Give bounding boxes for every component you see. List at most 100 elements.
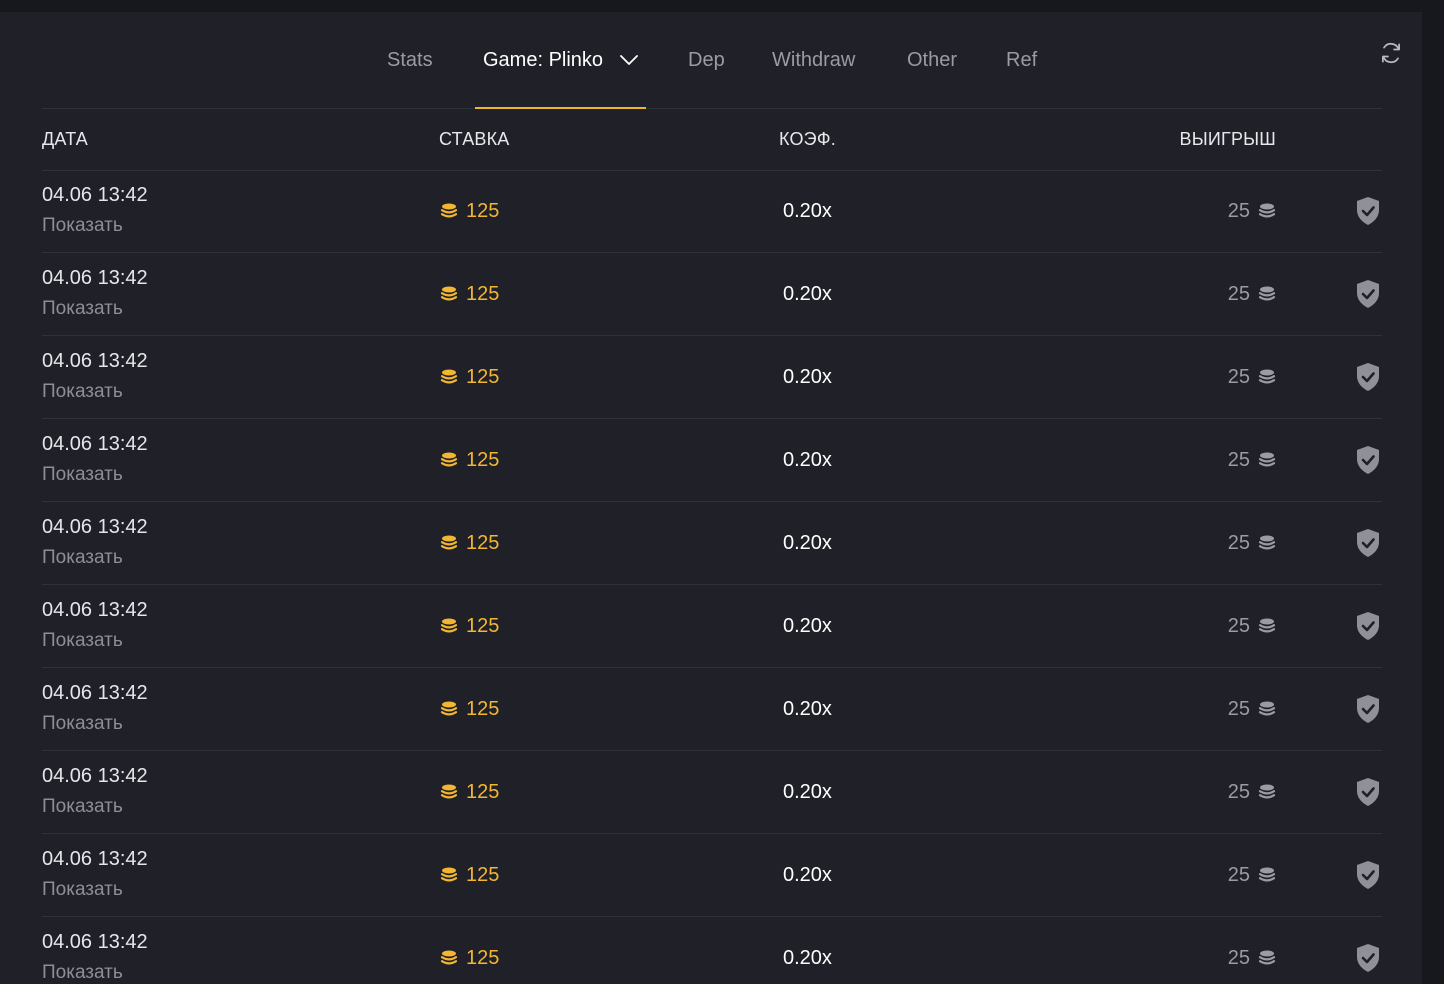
coin-stack-icon bbox=[440, 535, 458, 550]
shield-check-icon bbox=[1357, 612, 1379, 640]
row-win: 25 bbox=[1228, 502, 1276, 584]
row-coef: 0.20x bbox=[783, 614, 832, 637]
tab-game-plinko[interactable]: Game: Plinko bbox=[475, 12, 647, 109]
win-amount: 25 bbox=[1227, 282, 1250, 305]
bet-amount: 125 bbox=[466, 863, 500, 886]
fairness-check-button[interactable] bbox=[1354, 419, 1382, 501]
table-header: ДАТА СТАВКА КОЭФ. ВЫИГРЫШ bbox=[42, 109, 1382, 171]
row-date: 04.06 13:42 bbox=[42, 848, 148, 870]
tab-label: Stats bbox=[387, 48, 433, 71]
win-amount: 25 bbox=[1227, 531, 1250, 554]
tab-label: Game: Plinko bbox=[483, 48, 604, 71]
row-date: 04.06 13:42 bbox=[42, 267, 148, 289]
tab-label: Ref bbox=[1006, 48, 1038, 71]
coin-stack-icon bbox=[440, 452, 458, 467]
tab-stats[interactable]: Stats bbox=[387, 12, 433, 108]
row-coef: 0.20x bbox=[783, 199, 832, 222]
fairness-check-button[interactable] bbox=[1354, 751, 1382, 833]
win-amount: 25 bbox=[1227, 863, 1250, 886]
show-link[interactable]: Показать bbox=[42, 962, 123, 984]
tab-withdraw[interactable]: Withdraw bbox=[772, 12, 855, 108]
table-row: 04.06 13:42 Показать 125 0.20x 25 bbox=[42, 585, 1382, 668]
row-coef: 0.20x bbox=[783, 448, 832, 471]
shield-check-icon bbox=[1357, 446, 1379, 474]
show-link[interactable]: Показать bbox=[42, 298, 123, 320]
bet-amount: 125 bbox=[466, 780, 500, 803]
win-amount: 25 bbox=[1227, 946, 1250, 969]
shield-check-icon bbox=[1357, 778, 1379, 806]
coin-stack-icon bbox=[1258, 203, 1276, 218]
show-link[interactable]: Показать bbox=[42, 215, 123, 237]
tab-dep[interactable]: Dep bbox=[688, 12, 725, 108]
table-row: 04.06 13:42 Показать 125 0.20x 25 bbox=[42, 419, 1382, 502]
row-coef: 0.20x bbox=[783, 531, 832, 554]
fairness-check-button[interactable] bbox=[1354, 585, 1382, 667]
row-win: 25 bbox=[1228, 419, 1276, 501]
shield-check-icon bbox=[1357, 861, 1379, 889]
row-coef: 0.20x bbox=[783, 946, 832, 969]
show-link[interactable]: Показать bbox=[42, 879, 123, 901]
coin-stack-icon bbox=[1258, 950, 1276, 965]
fairness-check-button[interactable] bbox=[1354, 834, 1382, 916]
coin-stack-icon bbox=[440, 203, 458, 218]
table-row: 04.06 13:42 Показать 125 0.20x 25 bbox=[42, 502, 1382, 585]
table-row: 04.06 13:42 Показать 125 0.20x 25 bbox=[42, 751, 1382, 834]
row-bet: 125 bbox=[440, 917, 499, 984]
tab-label: Withdraw bbox=[772, 48, 856, 71]
row-win: 25 bbox=[1228, 917, 1276, 984]
win-amount: 25 bbox=[1227, 365, 1250, 388]
row-bet: 125 bbox=[440, 253, 499, 335]
row-bet: 125 bbox=[440, 170, 499, 252]
row-coef: 0.20x bbox=[783, 365, 832, 388]
history-panel: Stats Game: Plinko Dep Withdraw Other Re… bbox=[0, 12, 1422, 984]
win-amount: 25 bbox=[1227, 697, 1250, 720]
row-date: 04.06 13:42 bbox=[42, 350, 148, 372]
row-date: 04.06 13:42 bbox=[42, 682, 148, 704]
show-link[interactable]: Показать bbox=[42, 630, 123, 652]
coin-stack-icon bbox=[1258, 701, 1276, 716]
show-link[interactable]: Показать bbox=[42, 381, 123, 403]
tab-other[interactable]: Other bbox=[907, 12, 957, 108]
coin-stack-icon bbox=[440, 867, 458, 882]
row-bet: 125 bbox=[440, 834, 499, 916]
row-win: 25 bbox=[1228, 668, 1276, 750]
bet-amount: 125 bbox=[466, 531, 500, 554]
show-link[interactable]: Показать bbox=[42, 713, 123, 735]
row-win: 25 bbox=[1228, 585, 1276, 667]
fairness-check-button[interactable] bbox=[1354, 253, 1382, 335]
tab-label: Other bbox=[907, 48, 958, 71]
win-amount: 25 bbox=[1227, 614, 1250, 637]
row-date: 04.06 13:42 bbox=[42, 931, 148, 953]
bet-amount: 125 bbox=[466, 614, 500, 637]
tab-ref[interactable]: Ref bbox=[1006, 12, 1037, 108]
column-header-bet: СТАВКА bbox=[439, 129, 510, 149]
row-coef: 0.20x bbox=[783, 697, 832, 720]
shield-check-icon bbox=[1357, 197, 1379, 225]
coin-stack-icon bbox=[1258, 535, 1276, 550]
coin-stack-icon bbox=[1258, 452, 1276, 467]
row-win: 25 bbox=[1228, 253, 1276, 335]
table-row: 04.06 13:42 Показать 125 0.20x 25 bbox=[42, 917, 1382, 984]
fairness-check-button[interactable] bbox=[1354, 336, 1382, 418]
shield-check-icon bbox=[1357, 280, 1379, 308]
fairness-check-button[interactable] bbox=[1354, 917, 1382, 984]
coin-stack-icon bbox=[1258, 369, 1276, 384]
coin-stack-icon bbox=[440, 784, 458, 799]
bet-amount: 125 bbox=[466, 365, 500, 388]
show-link[interactable]: Показать bbox=[42, 547, 123, 569]
coin-stack-icon bbox=[440, 369, 458, 384]
shield-check-icon bbox=[1357, 695, 1379, 723]
fairness-check-button[interactable] bbox=[1354, 502, 1382, 584]
show-link[interactable]: Показать bbox=[42, 796, 123, 818]
show-link[interactable]: Показать bbox=[42, 464, 123, 486]
row-win: 25 bbox=[1228, 751, 1276, 833]
fairness-check-button[interactable] bbox=[1354, 668, 1382, 750]
shield-check-icon bbox=[1357, 363, 1379, 391]
column-header-date: ДАТА bbox=[42, 129, 88, 149]
coin-stack-icon bbox=[1258, 867, 1276, 882]
column-header-win: ВЫИГРЫШ bbox=[1179, 129, 1276, 149]
shield-check-icon bbox=[1357, 529, 1379, 557]
win-amount: 25 bbox=[1227, 199, 1250, 222]
win-amount: 25 bbox=[1227, 448, 1250, 471]
fairness-check-button[interactable] bbox=[1354, 170, 1382, 252]
